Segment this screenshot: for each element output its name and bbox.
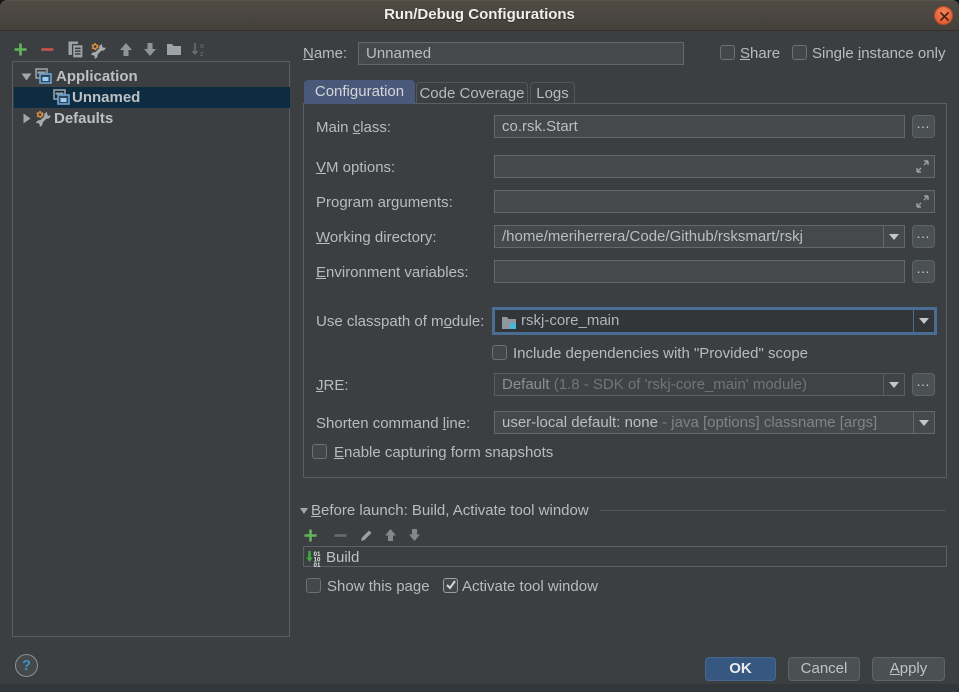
svg-text:z: z (200, 51, 204, 58)
svg-text:a: a (200, 43, 204, 50)
svg-text:01: 01 (314, 562, 321, 567)
